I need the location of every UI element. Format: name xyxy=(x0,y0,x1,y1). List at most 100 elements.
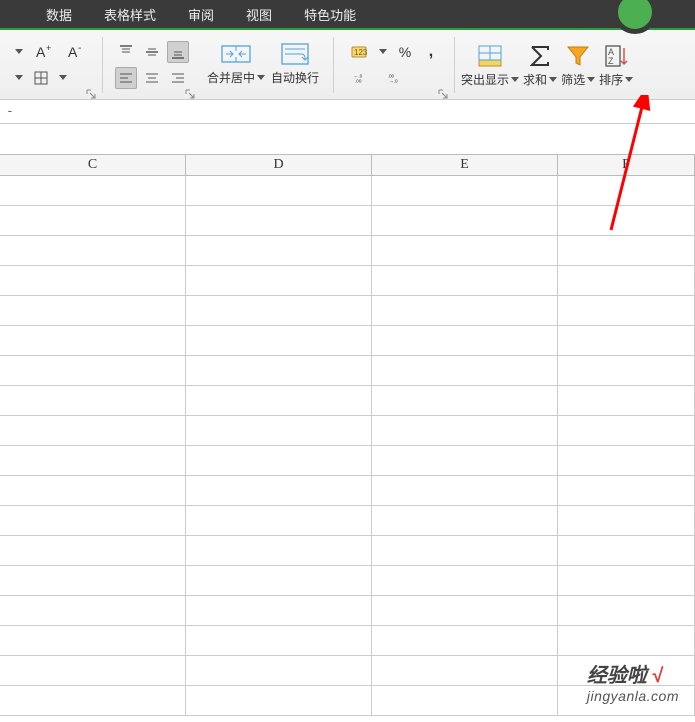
percent-button[interactable]: % xyxy=(394,41,416,63)
cell[interactable] xyxy=(372,326,558,356)
cell[interactable] xyxy=(0,626,186,656)
cell[interactable] xyxy=(186,536,372,566)
cell[interactable] xyxy=(0,446,186,476)
decrease-font-button[interactable]: A- xyxy=(62,41,90,63)
border-dropdown[interactable] xyxy=(12,67,26,89)
cell[interactable] xyxy=(186,296,372,326)
cell[interactable] xyxy=(372,176,558,206)
cell[interactable] xyxy=(372,566,558,596)
menu-item-review[interactable]: 审阅 xyxy=(172,0,230,28)
cell[interactable] xyxy=(186,506,372,536)
align-middle-button[interactable] xyxy=(141,41,163,63)
cell[interactable] xyxy=(558,206,695,236)
cell[interactable] xyxy=(0,656,186,686)
cell[interactable] xyxy=(372,356,558,386)
cell[interactable] xyxy=(558,626,695,656)
cell[interactable] xyxy=(372,206,558,236)
cell[interactable] xyxy=(186,356,372,386)
cell[interactable] xyxy=(0,536,186,566)
cell[interactable] xyxy=(0,356,186,386)
cell[interactable] xyxy=(372,506,558,536)
auto-wrap-button[interactable]: 自动换行 xyxy=(269,30,321,94)
cell[interactable] xyxy=(558,476,695,506)
cell[interactable] xyxy=(0,386,186,416)
cell[interactable] xyxy=(558,446,695,476)
highlight-button[interactable]: 突出显示 xyxy=(459,33,521,97)
cell[interactable] xyxy=(372,536,558,566)
currency-dropdown[interactable] xyxy=(376,41,390,63)
font-group-launcher[interactable] xyxy=(86,88,96,98)
alignment-group-launcher[interactable] xyxy=(185,88,195,98)
menu-item-view[interactable]: 视图 xyxy=(230,0,288,28)
cell[interactable] xyxy=(372,626,558,656)
currency-button[interactable]: 123 xyxy=(346,41,372,63)
cell[interactable] xyxy=(372,656,558,686)
formula-bar[interactable]: - xyxy=(0,100,695,124)
cell[interactable] xyxy=(558,416,695,446)
cell[interactable] xyxy=(558,506,695,536)
cell[interactable] xyxy=(372,296,558,326)
cell[interactable] xyxy=(0,686,186,716)
cell[interactable] xyxy=(558,326,695,356)
cell[interactable] xyxy=(186,446,372,476)
cell[interactable] xyxy=(186,206,372,236)
align-top-button[interactable] xyxy=(115,41,137,63)
column-header-d[interactable]: D xyxy=(186,154,372,176)
cell[interactable] xyxy=(372,416,558,446)
merge-center-button[interactable]: 合并居中 xyxy=(205,30,267,94)
cell[interactable] xyxy=(186,686,372,716)
cell[interactable] xyxy=(186,176,372,206)
cell[interactable] xyxy=(0,296,186,326)
cell[interactable] xyxy=(558,176,695,206)
cell[interactable] xyxy=(0,506,186,536)
font-size-dropdown[interactable] xyxy=(12,41,26,63)
decrease-decimal-button[interactable]: .00→.0 xyxy=(380,67,410,89)
increase-decimal-button[interactable]: ←.0.00 xyxy=(346,67,376,89)
cell[interactable] xyxy=(186,416,372,446)
cell[interactable] xyxy=(558,596,695,626)
cell[interactable] xyxy=(186,326,372,356)
cell[interactable] xyxy=(558,536,695,566)
cell[interactable] xyxy=(186,566,372,596)
cell[interactable] xyxy=(558,266,695,296)
cell[interactable] xyxy=(372,266,558,296)
filter-button[interactable]: 筛选 xyxy=(559,33,597,97)
sum-button[interactable]: 求和 xyxy=(521,33,559,97)
menu-item-table-style[interactable]: 表格样式 xyxy=(88,0,172,28)
comma-button[interactable]: , xyxy=(420,41,442,63)
align-right-button[interactable] xyxy=(167,67,189,89)
cell[interactable] xyxy=(558,566,695,596)
cell[interactable] xyxy=(186,266,372,296)
cell[interactable] xyxy=(186,656,372,686)
column-header-e[interactable]: E xyxy=(372,154,558,176)
cell[interactable] xyxy=(0,176,186,206)
cell[interactable] xyxy=(0,476,186,506)
column-header-f[interactable]: F xyxy=(558,154,695,176)
align-bottom-button[interactable] xyxy=(167,41,189,63)
cell[interactable] xyxy=(372,476,558,506)
cell[interactable] xyxy=(558,386,695,416)
cell[interactable] xyxy=(372,386,558,416)
sort-button[interactable]: AZ 排序 xyxy=(597,33,635,97)
cell[interactable] xyxy=(0,596,186,626)
cell[interactable] xyxy=(186,596,372,626)
increase-font-button[interactable]: A+ xyxy=(30,41,58,63)
cell[interactable] xyxy=(558,296,695,326)
cell[interactable] xyxy=(372,236,558,266)
cell[interactable] xyxy=(0,236,186,266)
cell[interactable] xyxy=(372,596,558,626)
cell[interactable] xyxy=(0,566,186,596)
cell[interactable] xyxy=(0,326,186,356)
cell[interactable] xyxy=(558,236,695,266)
menu-item-data[interactable]: 数据 xyxy=(30,0,88,28)
cell[interactable] xyxy=(186,386,372,416)
cell[interactable] xyxy=(0,416,186,446)
borders-dropdown-arrow[interactable] xyxy=(56,67,70,89)
cell[interactable] xyxy=(558,686,695,716)
cell[interactable] xyxy=(186,476,372,506)
cell[interactable] xyxy=(186,236,372,266)
cell[interactable] xyxy=(372,686,558,716)
align-left-button[interactable] xyxy=(115,67,137,89)
cell[interactable] xyxy=(0,266,186,296)
menu-item-features[interactable]: 特色功能 xyxy=(288,0,372,28)
